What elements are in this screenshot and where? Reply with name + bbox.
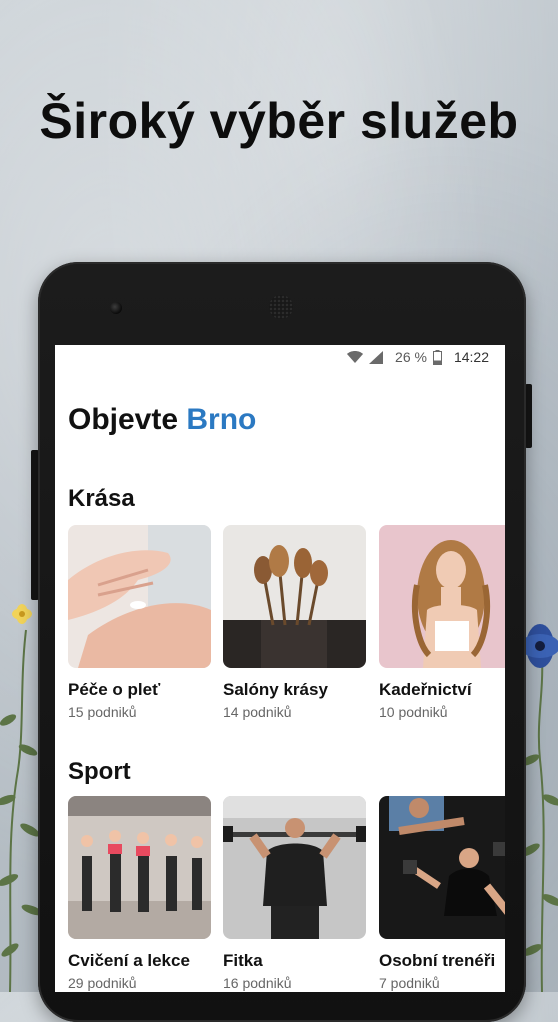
category-title: Cvičení a lekce <box>68 951 190 970</box>
category-card[interactable]: Péče o pleť 15 podniků <box>68 525 211 720</box>
card-row-beauty: Péče o pleť 15 podniků Salóny krásy 14 p… <box>68 525 505 720</box>
section-title-sport: Sport <box>68 758 131 785</box>
status-time: 14:22 <box>453 349 489 365</box>
marketing-headline: Široký výběr služeb <box>39 93 519 149</box>
front-camera <box>110 302 122 314</box>
signal-icon <box>369 350 384 364</box>
yellow-flower <box>12 604 32 624</box>
status-bar: 26 % 14:22 <box>55 345 505 371</box>
category-title: Kadeřnictví <box>379 680 472 699</box>
wifi-icon <box>347 351 364 363</box>
section-title-beauty: Krása <box>68 485 135 512</box>
category-title: Péče o pleť <box>68 680 161 699</box>
category-image-personal-trainer <box>379 796 505 939</box>
page-title: Objevte Brno <box>68 403 256 437</box>
category-title: Salóny krásy <box>223 680 328 699</box>
page-title-prefix: Objevte <box>68 403 179 436</box>
category-count: 15 podniků <box>68 704 137 720</box>
category-card[interactable]: Cvičení a lekce 29 podniků <box>68 796 211 991</box>
category-count: 29 podniků <box>68 975 137 991</box>
phone-power-button <box>525 384 532 448</box>
category-card[interactable]: Osobní trenéři 7 podniků <box>379 796 505 991</box>
earpiece-speaker <box>269 295 293 319</box>
status-icons: 26 % 14:22 <box>347 349 489 365</box>
category-card[interactable]: Kadeřnictví 10 podniků <box>379 525 505 720</box>
category-card[interactable]: Salóny krásy 14 podniků <box>223 525 366 720</box>
category-image-hairdresser <box>379 525 505 668</box>
category-card[interactable]: Fitka 16 podniků <box>223 796 366 991</box>
category-image-skincare <box>68 525 211 668</box>
category-count: 14 podniků <box>223 704 292 720</box>
category-count: 16 podniků <box>223 975 292 991</box>
category-count: 7 podniků <box>379 975 440 991</box>
battery-percentage: 26 % <box>395 349 427 365</box>
category-title: Osobní trenéři <box>379 951 496 970</box>
category-count: 10 podniků <box>379 704 448 720</box>
category-image-beauty-salon <box>223 525 366 668</box>
card-row-sport: Cvičení a lekce 29 podniků Fitka 16 podn… <box>68 796 505 991</box>
app-screen: 26 % 14:22 Objevte Brno Krása Péče o ple… <box>55 345 505 992</box>
category-title: Fitka <box>223 951 263 970</box>
category-image-gym <box>223 796 366 939</box>
page-title-city[interactable]: Brno <box>186 403 256 436</box>
category-image-group-fitness <box>68 796 211 939</box>
battery-icon <box>432 349 442 365</box>
